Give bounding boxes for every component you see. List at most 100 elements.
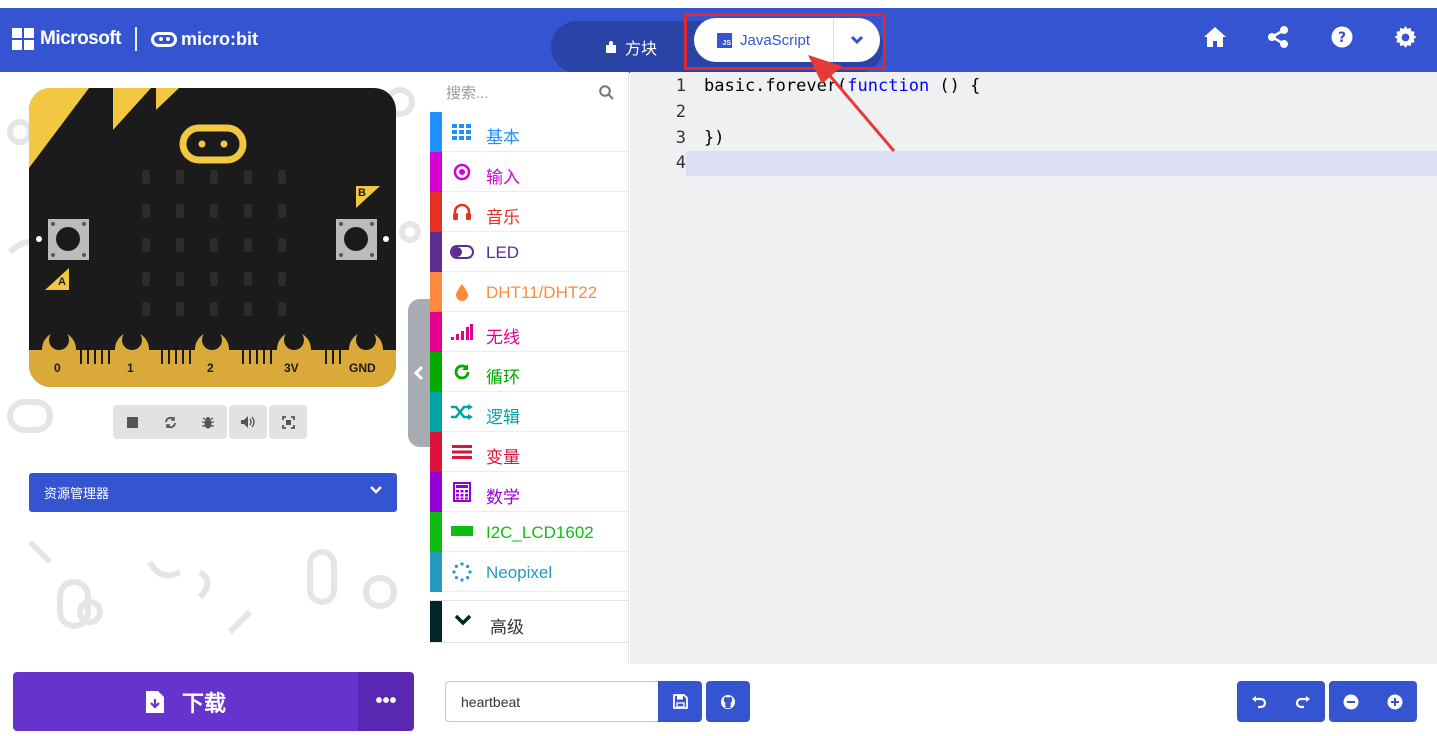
help-icon: ? xyxy=(1331,26,1353,48)
share-icon xyxy=(1268,26,1288,48)
microsoft-label: Microsoft xyxy=(40,28,122,49)
code-editor[interactable]: 1 basic.forever(function () { 2 3 }) 4 xyxy=(630,72,1437,664)
category-color-bar xyxy=(430,552,442,592)
button-b[interactable] xyxy=(336,219,377,260)
toolbox-category-4[interactable]: LED xyxy=(430,232,628,272)
zoom-group xyxy=(1329,681,1417,722)
download-icon xyxy=(145,690,164,713)
category-color-bar xyxy=(430,352,442,392)
home-button[interactable] xyxy=(1203,26,1227,53)
settings-icon xyxy=(1394,26,1417,49)
pin-1-label: 1 xyxy=(127,361,134,375)
zoom-out-icon xyxy=(1343,694,1359,709)
line-number: 1 xyxy=(675,75,686,96)
category-label: 数学 xyxy=(486,488,520,507)
category-label: DHT11/DHT22 xyxy=(486,283,598,302)
code-line: 1 basic.forever(function () { xyxy=(630,73,1437,98)
restart-icon xyxy=(164,416,176,428)
category-label: Neopixel xyxy=(486,563,553,582)
line-number: 3 xyxy=(675,127,686,148)
toolbox-category-11[interactable]: I2C_LCD1602 xyxy=(430,512,628,552)
pin-gnd-label: GND xyxy=(349,361,376,375)
toolbox-category-1[interactable]: 基本 xyxy=(430,112,628,152)
advanced-category[interactable]: 高级 xyxy=(430,600,629,643)
code-text: basic.forever(function () { xyxy=(704,76,980,96)
search-placeholder: 搜索... xyxy=(446,84,489,102)
project-name-input[interactable]: heartbeat xyxy=(445,681,659,722)
category-color-bar xyxy=(430,112,442,152)
code-line-current: 4 xyxy=(630,151,1437,176)
toolbox-category-10[interactable]: 数学 xyxy=(430,472,628,512)
toolbox: 搜索... 基本输入音乐 LED DHT11/DHT22 无线循环逻辑变量数学 I2C_… xyxy=(430,72,629,664)
restart-button[interactable] xyxy=(151,405,189,439)
category-label: 基本 xyxy=(486,128,520,147)
help-button[interactable]: ? xyxy=(1331,26,1353,53)
zoom-in-button[interactable] xyxy=(1373,681,1417,722)
code-token: basic.forever( xyxy=(704,75,848,96)
category-label: 输入 xyxy=(486,168,520,187)
category-color-bar xyxy=(430,192,442,232)
category-color-bar xyxy=(430,392,442,432)
toolbox-category-3[interactable]: 音乐 xyxy=(430,192,628,232)
brand[interactable]: Microsoft micro:bit xyxy=(12,27,258,51)
toolbox-category-6[interactable]: 无线 xyxy=(430,312,628,352)
microbit-logo-icon xyxy=(151,31,177,47)
line-number: 4 xyxy=(630,151,686,176)
sound-button[interactable] xyxy=(229,405,267,439)
category-color-bar xyxy=(430,432,442,472)
download-button[interactable]: 下载 xyxy=(13,672,359,731)
zoom-out-button[interactable] xyxy=(1329,681,1373,722)
category-color-bar xyxy=(430,232,442,272)
explorer-toggle[interactable]: 资源管理器 xyxy=(29,473,397,512)
explorer-label: 资源管理器 xyxy=(44,486,110,501)
code-token: () { xyxy=(929,75,981,96)
toolbox-category-2[interactable]: 输入 xyxy=(430,152,628,192)
toolbox-category-8[interactable]: 逻辑 xyxy=(430,392,628,432)
microsoft-logo-icon xyxy=(12,28,34,50)
category-color-bar xyxy=(430,472,442,512)
toolbox-search-input[interactable]: 搜索... xyxy=(430,72,628,112)
more-options-button[interactable]: ••• xyxy=(358,672,414,731)
calculator-icon xyxy=(450,482,474,502)
toolbox-category-5[interactable]: DHT11/DHT22 xyxy=(430,272,628,312)
github-button[interactable] xyxy=(706,681,750,722)
category-label: LED xyxy=(486,243,520,262)
redo-button[interactable] xyxy=(1281,681,1325,722)
highlight-annotation-box xyxy=(684,13,886,70)
github-icon xyxy=(721,694,735,709)
settings-button[interactable] xyxy=(1394,26,1417,54)
stop-button[interactable] xyxy=(113,405,151,439)
undo-redo-group xyxy=(1237,681,1325,722)
category-label: I2C_LCD1602 xyxy=(486,523,594,542)
category-label: 音乐 xyxy=(486,208,520,227)
category-color-bar xyxy=(430,601,442,642)
drop-icon xyxy=(450,282,474,302)
search-icon xyxy=(599,85,614,100)
collapse-simulator-button[interactable] xyxy=(408,299,430,447)
simulator-panel: 0 1 2 3V GND A B 资源管理器 xyxy=(0,72,430,664)
pin-2-label: 2 xyxy=(207,361,214,375)
svg-text:?: ? xyxy=(1338,30,1346,46)
list-icon xyxy=(450,442,474,462)
fullscreen-icon xyxy=(281,415,295,429)
category-label: 逻辑 xyxy=(486,408,520,427)
code-line: 2 xyxy=(630,99,1437,124)
debug-button[interactable] xyxy=(189,405,227,439)
fullscreen-button[interactable] xyxy=(269,405,307,439)
stop-icon xyxy=(126,416,138,428)
toolbox-category-7[interactable]: 循环 xyxy=(430,352,628,392)
button-a-label: A xyxy=(58,276,66,288)
chevron-left-icon xyxy=(414,365,424,381)
undo-icon xyxy=(1252,695,1267,708)
undo-button[interactable] xyxy=(1237,681,1281,722)
category-color-bar xyxy=(430,152,442,192)
share-button[interactable] xyxy=(1267,26,1289,53)
category-color-bar xyxy=(430,272,442,312)
button-a[interactable] xyxy=(48,219,89,260)
toolbox-category-9[interactable]: 变量 xyxy=(430,432,628,472)
save-button[interactable] xyxy=(658,681,702,722)
signal-icon xyxy=(450,322,474,342)
toolbox-category-12[interactable]: Neopixel xyxy=(430,552,628,592)
category-label: 无线 xyxy=(486,328,520,347)
target-icon xyxy=(450,162,474,182)
